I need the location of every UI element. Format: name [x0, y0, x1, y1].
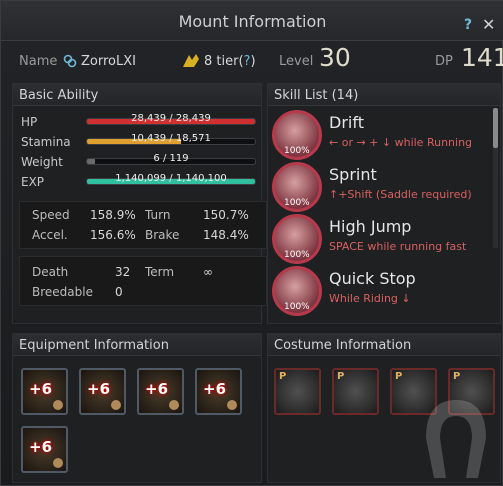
skill-sprint[interactable]: 100% Sprint ↑+Shift (Saddle required)	[272, 162, 497, 214]
stamina-value: 10,439 / 18,571	[131, 133, 211, 144]
dp-value: 141	[461, 43, 503, 72]
premium-badge: P	[337, 371, 345, 382]
enhancement-level: +6	[87, 380, 111, 398]
term-label: Term	[145, 265, 175, 279]
skill-command: SPACE while running fast	[329, 240, 467, 253]
enhancement-level: +6	[29, 438, 53, 456]
breedable-value: 0	[115, 285, 123, 299]
weight-label: Weight	[21, 155, 63, 169]
skill-percent: 100%	[284, 146, 310, 156]
skill-high-jump[interactable]: 100% High Jump SPACE while running fast	[272, 214, 497, 266]
movement-stats-box: Speed 158.9% Turn 150.7% Accel. 156.6% B…	[19, 201, 267, 249]
level-value: 30	[319, 43, 351, 72]
skill-command: ← or → + ↓ while Running	[329, 136, 473, 149]
tier-close-paren: )	[250, 54, 256, 69]
skill-percent: 100%	[284, 198, 310, 208]
equipment-slot[interactable]: +6	[195, 368, 242, 415]
tier-icon	[181, 51, 201, 74]
window-title: Mount Information	[178, 12, 327, 31]
speed-label: Speed	[32, 208, 70, 222]
close-button[interactable]: ✕	[482, 15, 495, 34]
speed-value: 158.9%	[90, 208, 136, 222]
skill-quick-stop[interactable]: 100% Quick Stop While Riding ↓	[272, 266, 497, 318]
stamina-label: Stamina	[21, 135, 71, 149]
dp-label: DP	[435, 54, 453, 69]
skill-percent: 100%	[284, 302, 310, 312]
hp-label: HP	[21, 115, 38, 129]
scroll-thumb[interactable]	[493, 108, 498, 148]
skill-name: High Jump	[329, 217, 412, 236]
horse-feet-armor-icon	[53, 400, 63, 410]
equipment-slot[interactable]: +6	[21, 368, 68, 415]
mount-info-row: Name ZorroLXI 8 tier(?) Level 30 DP 141	[1, 41, 503, 81]
equipment-slot[interactable]: +6	[79, 368, 126, 415]
exp-value: 1,140,099 / 1,140,100	[115, 173, 227, 184]
exp-label: EXP	[21, 175, 45, 189]
horseshoe-icon	[53, 458, 63, 468]
equipment-header: Equipment Information	[13, 334, 261, 356]
skill-name: Drift	[329, 113, 364, 132]
death-label: Death	[32, 265, 69, 279]
horse-champron-icon	[111, 400, 121, 410]
brake-label: Brake	[145, 228, 180, 242]
skill-name: Sprint	[329, 165, 377, 184]
brake-value: 148.4%	[203, 228, 249, 242]
name-label: Name	[19, 54, 58, 69]
premium-badge: P	[453, 371, 461, 382]
basic-ability-header: Basic Ability	[13, 84, 261, 106]
equipment-panel: Equipment Information +6 +6 +6 +6 +6	[12, 333, 262, 483]
premium-badge: P	[395, 371, 403, 382]
breedable-label: Breedable	[32, 285, 93, 299]
accel-value: 156.6%	[90, 228, 136, 242]
horseshoe-watermark-icon	[420, 394, 492, 483]
basic-ability-panel: Basic Ability HP 28,439 / 28,439 Stamina…	[12, 83, 267, 324]
link-icon	[63, 54, 77, 71]
enhancement-level: +6	[145, 380, 169, 398]
skill-percent: 100%	[284, 250, 310, 260]
horse-barding-icon	[169, 400, 179, 410]
skill-command: ↑+Shift (Saddle required)	[329, 188, 472, 201]
equipment-slot[interactable]: +6	[21, 426, 68, 473]
skill-list-header: Skill List (14)	[268, 84, 500, 106]
weight-value: 6 / 119	[153, 153, 189, 164]
stirrups-icon	[227, 400, 237, 410]
tier-value: 8 tier(	[204, 54, 244, 69]
skill-list-panel: Skill List (14) 100% Drift ← or → + ↓ wh…	[267, 83, 501, 324]
skill-command: While Riding ↓	[329, 292, 411, 305]
premium-badge: P	[279, 371, 287, 382]
costume-slot[interactable]: P	[332, 368, 379, 415]
equipment-slot[interactable]: +6	[137, 368, 184, 415]
turn-value: 150.7%	[203, 208, 249, 222]
skill-drift[interactable]: 100% Drift ← or → + ↓ while Running	[272, 110, 497, 162]
title-bar[interactable]: Mount Information ? ✕	[1, 1, 503, 41]
help-button[interactable]: ?	[464, 17, 472, 33]
term-value: ∞	[203, 265, 213, 279]
enhancement-level: +6	[203, 380, 227, 398]
level-label: Level	[279, 54, 314, 69]
tier-text: 8 tier(?)	[204, 54, 256, 69]
turn-label: Turn	[145, 208, 171, 222]
mount-name: ZorroLXI	[81, 54, 136, 69]
skill-name: Quick Stop	[329, 269, 416, 288]
accel-label: Accel.	[32, 228, 68, 242]
costume-header: Costume Information	[268, 334, 500, 356]
skill-list-scrollbar[interactable]	[493, 108, 498, 248]
death-value: 32	[115, 265, 131, 279]
costume-panel: Costume Information P P P P	[267, 333, 501, 483]
costume-slot[interactable]: P	[274, 368, 321, 415]
mount-information-window: Mount Information ? ✕ Name ZorroLXI 8 ti…	[0, 0, 503, 486]
lifespan-stats-box: Death 32 Term ∞ Breedable 0	[19, 256, 267, 306]
enhancement-level: +6	[29, 380, 53, 398]
hp-value: 28,439 / 28,439	[131, 113, 211, 124]
